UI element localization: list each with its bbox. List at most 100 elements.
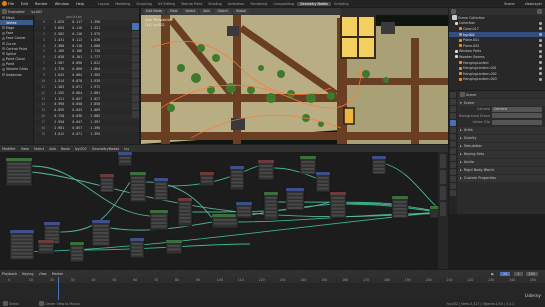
viewport-menu-global[interactable]: Global xyxy=(232,9,250,14)
scene-selector[interactable]: Scene xyxy=(504,2,514,6)
filter-icon[interactable] xyxy=(537,9,542,14)
data-tab-icon[interactable] xyxy=(450,176,456,182)
panel-keying-sets[interactable]: ▸ Keying Sets xyxy=(458,150,545,158)
panel-audio[interactable]: ▸ Audio xyxy=(458,158,545,166)
field-value[interactable]: Camera xyxy=(492,106,542,112)
outliner-item[interactable]: HangingLantern.003 xyxy=(449,77,545,83)
menu-render[interactable]: Render xyxy=(35,2,48,6)
tool-tab-icon[interactable] xyxy=(450,92,456,98)
visibility-icon[interactable] xyxy=(539,38,542,42)
workspace-tab-geometry-nodes[interactable]: Geometry Nodes xyxy=(297,1,331,6)
output-tab-icon[interactable] xyxy=(450,106,456,112)
inset-tool-icon[interactable] xyxy=(132,103,139,110)
move-tool-icon[interactable] xyxy=(132,39,139,46)
workspace-tab-uv-editing[interactable]: UV Editing xyxy=(155,2,178,6)
geometry-node[interactable] xyxy=(315,171,331,193)
view-layer-tab-icon[interactable] xyxy=(450,113,456,119)
particles-tab-icon[interactable] xyxy=(450,155,456,161)
geometry-node[interactable] xyxy=(129,237,145,259)
geometry-node[interactable] xyxy=(9,229,35,261)
geometry-node[interactable] xyxy=(329,191,347,219)
visibility-icon[interactable] xyxy=(539,33,542,37)
material-tab-icon[interactable] xyxy=(450,183,456,189)
texture-tab-icon[interactable] xyxy=(450,190,456,196)
node-editor-menu-modifier[interactable]: Modifier xyxy=(2,147,16,151)
scale-tool-icon[interactable] xyxy=(132,55,139,62)
timeline-menu-marker[interactable]: Marker xyxy=(52,272,64,276)
end-frame-field[interactable]: 250 xyxy=(525,271,538,276)
timeline-menu-playback[interactable]: Playback xyxy=(2,272,17,276)
add-cube-tool-icon[interactable] xyxy=(132,87,139,94)
3d-viewport[interactable]: Edit Mode View Select Add Object Global User … xyxy=(141,8,448,144)
node-editor-menu-node[interactable]: Node xyxy=(61,147,70,151)
node-editor-menu-ivy-002[interactable]: Ivy.002 xyxy=(75,147,87,151)
spreadsheet-mode[interactable]: Evaluated xyxy=(8,10,25,14)
geometry-node[interactable] xyxy=(371,155,387,175)
geometry-node[interactable] xyxy=(391,195,409,219)
geometry-node[interactable] xyxy=(91,219,111,247)
workspace-tab-rendering[interactable]: Rendering xyxy=(247,2,270,6)
menu-help[interactable]: Help xyxy=(76,2,84,6)
visibility-icon[interactable] xyxy=(539,49,542,53)
rotate-tool-icon[interactable] xyxy=(132,47,139,54)
tool-tab-icon[interactable] xyxy=(440,170,446,184)
workspace-tab-layout[interactable]: Layout xyxy=(95,2,112,6)
visibility-icon[interactable] xyxy=(539,44,542,48)
geometry-node[interactable] xyxy=(37,239,55,255)
viewport-menu-select[interactable]: Select xyxy=(182,9,199,14)
scene-tab-icon[interactable] xyxy=(450,120,456,126)
geometry-node[interactable] xyxy=(69,241,85,263)
viewport-menu-view[interactable]: View xyxy=(166,9,181,14)
node-editor-menu-add[interactable]: Add xyxy=(49,147,56,151)
physics-tab-icon[interactable] xyxy=(450,162,456,168)
item-tab-icon[interactable] xyxy=(440,154,446,168)
geometry-node[interactable] xyxy=(211,213,239,229)
visibility-icon[interactable] xyxy=(539,27,542,31)
visibility-icon[interactable] xyxy=(539,77,542,81)
extrude-tool-icon[interactable] xyxy=(132,95,139,102)
panel-rigid-body-world[interactable]: ▸ Rigid Body World xyxy=(458,166,545,174)
geometry-node[interactable] xyxy=(263,191,279,221)
world-tab-icon[interactable] xyxy=(450,127,456,133)
outliner-icon[interactable] xyxy=(451,9,456,14)
panel-units[interactable]: ▸ Units xyxy=(458,126,545,134)
select-box-tool-icon[interactable] xyxy=(132,23,139,30)
field-value[interactable] xyxy=(492,119,542,125)
viewport-menu-object[interactable]: Object xyxy=(214,9,231,14)
timeline-ruler[interactable]: 0 10 20 30 40 50 60 70 80 90 100 110 120 130 140 150 160… xyxy=(0,277,545,283)
node-editor-menu-select[interactable]: Select xyxy=(34,147,44,151)
geometry-node[interactable] xyxy=(149,209,169,231)
geometry-node[interactable] xyxy=(285,187,305,211)
panel-custom-properties[interactable]: ▸ Custom Properties xyxy=(458,174,545,182)
visibility-icon[interactable] xyxy=(539,72,542,76)
geometry-node[interactable] xyxy=(235,201,253,219)
cursor-tool-icon[interactable] xyxy=(132,31,139,38)
workspace-tab-modeling[interactable]: Modeling xyxy=(112,2,133,6)
workspace-tab-animation[interactable]: Animation xyxy=(225,2,248,6)
spreadsheet-icon[interactable] xyxy=(2,9,7,14)
workspace-tab-texture-paint[interactable]: Texture Paint xyxy=(178,2,205,6)
collection-tab-icon[interactable] xyxy=(450,134,456,140)
geometry-node[interactable] xyxy=(165,239,183,255)
panel-scene[interactable]: ▾ Scene xyxy=(458,99,545,106)
geometry-node[interactable] xyxy=(99,173,115,193)
node-editor-menu-view[interactable]: View xyxy=(21,147,29,151)
geometry-node[interactable] xyxy=(257,159,275,181)
panel-simulation[interactable]: ▸ Simulation xyxy=(458,142,545,150)
workspace-tab-sculpting[interactable]: Sculpting xyxy=(133,2,154,6)
constraints-tab-icon[interactable] xyxy=(450,169,456,175)
bevel-tool-icon[interactable] xyxy=(132,111,139,118)
measure-tool-icon[interactable] xyxy=(132,79,139,86)
current-frame-field[interactable]: 24 xyxy=(500,271,511,276)
visibility-icon[interactable] xyxy=(539,66,542,70)
view-tab-icon[interactable] xyxy=(440,186,446,200)
domain-item[interactable]: Instances xyxy=(0,72,33,77)
geometry-node[interactable] xyxy=(229,165,245,191)
annotate-tool-icon[interactable] xyxy=(132,71,139,78)
spreadsheet-object[interactable]: Ivy.002 xyxy=(31,10,43,14)
workspace-tab-compositing[interactable]: Compositing xyxy=(270,2,297,6)
play-button[interactable]: ▶ xyxy=(491,272,494,276)
view-layer-selector[interactable]: ViewLayer xyxy=(525,2,543,6)
group-tab-icon[interactable] xyxy=(440,202,446,216)
geometry-node[interactable] xyxy=(199,171,215,187)
